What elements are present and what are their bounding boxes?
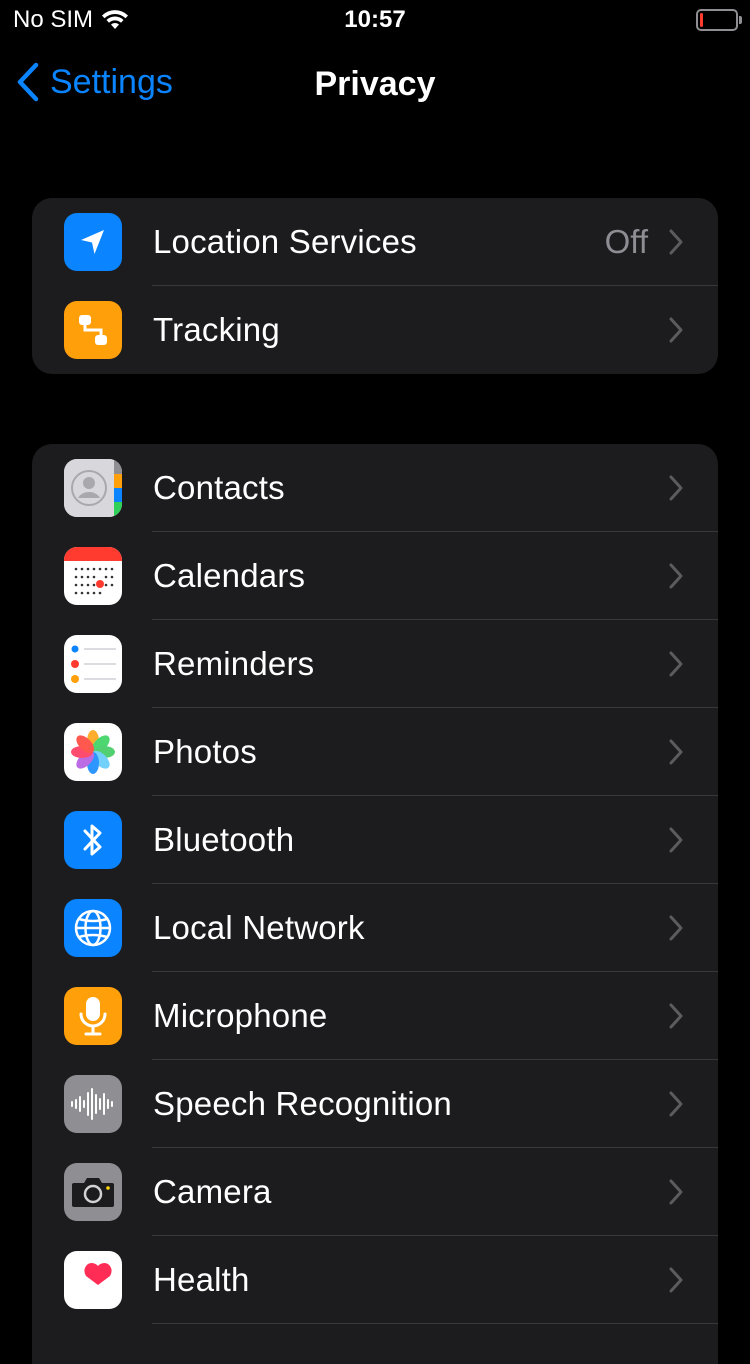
list-item-label: Photos — [153, 733, 257, 770]
photos-icon — [64, 723, 122, 781]
list-item-speech-recognition[interactable]: Speech Recognition — [32, 1060, 718, 1148]
globe-icon — [64, 899, 122, 957]
chevron-right-icon — [669, 651, 683, 677]
chevron-right-icon — [669, 739, 683, 765]
bluetooth-icon — [64, 811, 122, 869]
chevron-right-icon — [669, 229, 683, 255]
contacts-icon — [64, 459, 122, 517]
list-item-location-services[interactable]: Location Services Off — [32, 198, 718, 286]
list-item-local-network[interactable]: Local Network — [32, 884, 718, 972]
list-item-calendars[interactable]: Calendars — [32, 532, 718, 620]
list-item-label: Calendars — [153, 557, 306, 594]
list-item-contacts[interactable]: Contacts — [32, 444, 718, 532]
list-item-label: Tracking — [153, 311, 280, 348]
status-bar: No SIM 10:57 — [0, 0, 750, 40]
battery-level — [700, 13, 703, 27]
row-separator — [152, 1323, 718, 1324]
battery-icon — [696, 9, 742, 31]
waveform-icon — [64, 1075, 122, 1133]
list-item-label: Location Services — [153, 223, 417, 260]
chevron-right-icon — [669, 1267, 683, 1293]
microphone-icon — [64, 987, 122, 1045]
list-item-reminders[interactable]: Reminders — [32, 620, 718, 708]
chevron-right-icon — [669, 827, 683, 853]
status-time: 10:57 — [344, 6, 406, 33]
list-item-label: Health — [153, 1261, 250, 1298]
heart-icon — [64, 1251, 122, 1309]
list-item-label: Microphone — [153, 997, 328, 1034]
list-item-label: Speech Recognition — [153, 1085, 452, 1122]
chevron-right-icon — [669, 1003, 683, 1029]
chevron-right-icon — [669, 1091, 683, 1117]
list-item-bluetooth[interactable]: Bluetooth — [32, 796, 718, 884]
chevron-right-icon — [669, 1179, 683, 1205]
chevron-right-icon — [669, 475, 683, 501]
location-arrow-icon — [64, 213, 122, 271]
list-item-label: Camera — [153, 1173, 272, 1210]
list-item-label: Bluetooth — [153, 821, 295, 858]
list-item-photos[interactable]: Photos — [32, 708, 718, 796]
chevron-right-icon — [669, 317, 683, 343]
navigation-bar: Settings Privacy — [0, 50, 750, 120]
list-item-tracking[interactable]: Tracking — [32, 286, 718, 374]
tracking-icon — [64, 301, 122, 359]
list-item-label: Reminders — [153, 645, 315, 682]
list-item-label: Contacts — [153, 469, 285, 506]
list-item-camera[interactable]: Camera — [32, 1148, 718, 1236]
list-item-health[interactable]: Health — [32, 1236, 718, 1324]
list-item-microphone[interactable]: Microphone — [32, 972, 718, 1060]
page-title: Privacy — [314, 65, 436, 103]
camera-icon — [64, 1163, 122, 1221]
app-permissions-group: Contacts Calendars Reminders Photos Blue… — [32, 444, 718, 1364]
location-status-value: Off — [604, 223, 648, 260]
location-tracking-group: Location Services Off Tracking — [32, 198, 718, 374]
chevron-right-icon — [669, 915, 683, 941]
reminders-icon — [64, 635, 122, 693]
calendar-icon — [64, 547, 122, 605]
list-item-label: Local Network — [153, 909, 365, 946]
chevron-right-icon — [669, 563, 683, 589]
